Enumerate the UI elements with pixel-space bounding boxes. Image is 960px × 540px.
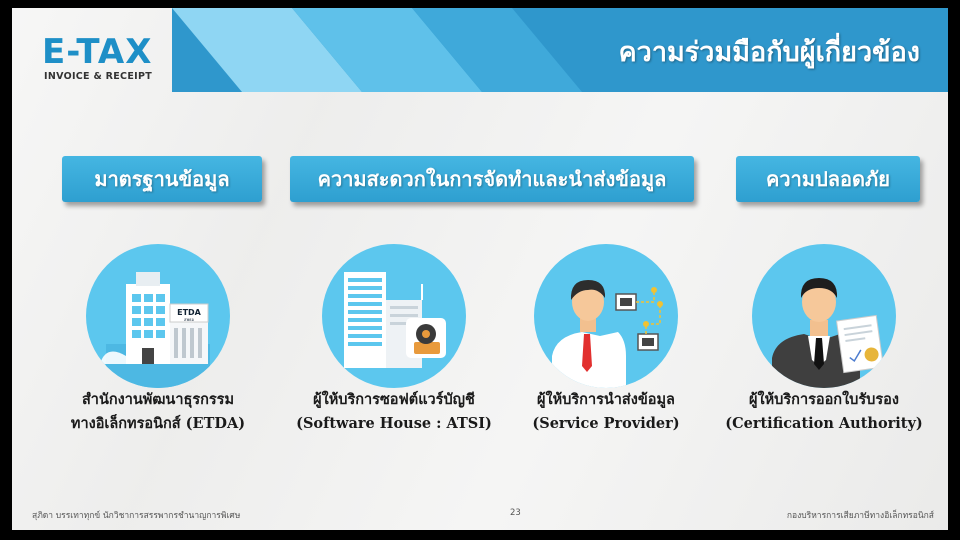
software-house-icon — [322, 244, 466, 388]
footer-presenter: สุภิดา บรรเทาทุกข์ นักวิชาการสรรพากรชำนา… — [32, 511, 241, 521]
category-label-convenience: ความสะดวกในการจัดทำและนำส่งข้อมูล — [290, 156, 694, 202]
entity-service-provider: ผู้ให้บริการนำส่งข้อมูล (Service Provide… — [491, 388, 721, 436]
entity-software-house-name: ผู้ให้บริการซอฟต์แวร์บัญชี — [313, 391, 475, 408]
building-icon: ETDA สพธอ — [86, 244, 230, 388]
category-label-data-standard: มาตรฐานข้อมูล — [62, 156, 262, 202]
certificate-authority-icon — [752, 244, 896, 388]
entity-software-house-abbr: (Software House : ATSI) — [296, 415, 492, 432]
logo-word: E-TAX — [42, 32, 153, 72]
entity-etda-abbr: ทางอิเล็กทรอนิกส์ (ETDA) — [70, 415, 246, 432]
entity-service-provider-abbr: (Service Provider) — [532, 415, 680, 432]
page-title: ความร่วมมือกับผู้เกี่ยวข้อง — [618, 37, 920, 68]
entity-service-provider-name: ผู้ให้บริการนำส่งข้อมูล — [537, 391, 675, 408]
etax-logo: E-TAX INVOICE & RECEIPT — [42, 34, 172, 84]
entity-certification-authority: ผู้ให้บริการออกใบรับรอง (Certification A… — [709, 388, 939, 436]
entity-etda-name: สำนักงานพัฒนาธุรกรรม — [81, 391, 235, 408]
etda-sign-subtext: สพธอ — [184, 317, 195, 322]
category-label-security: ความปลอดภัย — [736, 156, 920, 202]
service-provider-icon — [534, 244, 678, 388]
slide: ความร่วมมือกับผู้เกี่ยวข้อง E-TAX INVOIC… — [12, 8, 948, 530]
entity-etda: สำนักงานพัฒนาธุรกรรม ทางอิเล็กทรอนิกส์ (… — [43, 388, 273, 436]
entity-certification-authority-abbr: (Certification Authority) — [725, 415, 923, 432]
etda-sign-text: ETDA — [177, 308, 202, 317]
entity-certification-authority-name: ผู้ให้บริการออกใบรับรอง — [749, 391, 899, 408]
logo-subtitle: INVOICE & RECEIPT — [44, 71, 152, 82]
entity-software-house: ผู้ให้บริการซอฟต์แวร์บัญชี (Software Hou… — [279, 388, 509, 436]
footer-department: กองบริหารการเสียภาษีทางอิเล็กทรอนิกส์ — [786, 511, 934, 521]
footer-page-number: 23 — [510, 508, 521, 518]
